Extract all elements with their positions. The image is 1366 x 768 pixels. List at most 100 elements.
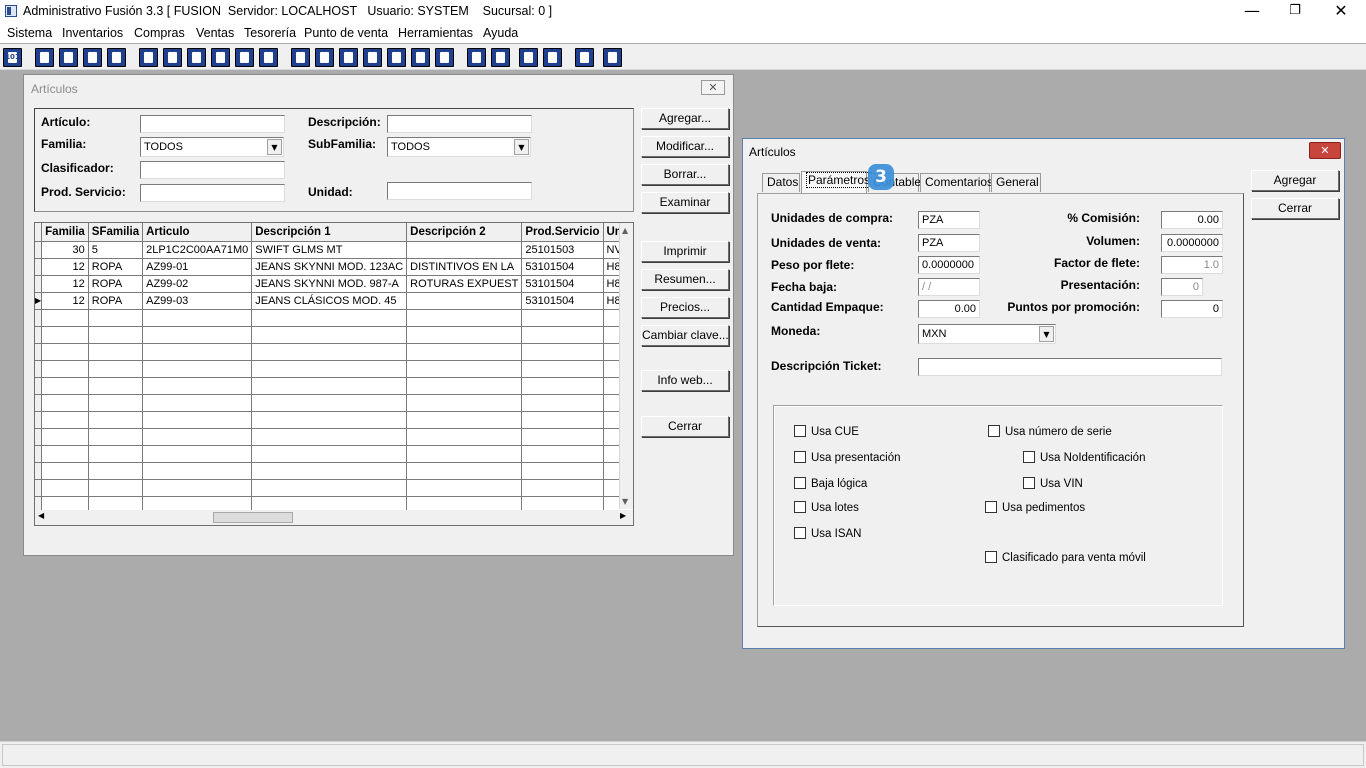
horizontal-scrollbar[interactable]: ◀ ▶	[35, 510, 633, 525]
presentacion-input[interactable]: 0	[1161, 278, 1203, 296]
agregar-detail-button[interactable]: Agregar	[1251, 170, 1339, 191]
tab-comentarios[interactable]: Comentarios	[920, 173, 993, 192]
empty-cell[interactable]	[88, 462, 144, 480]
cell-sfamilia[interactable]: ROPA	[88, 258, 144, 276]
empty-cell[interactable]	[406, 343, 523, 361]
cell-descripcion2[interactable]	[406, 292, 523, 310]
empty-cell[interactable]	[251, 360, 408, 378]
cell-descripcion1[interactable]: JEANS SKYNNI MOD. 123AC	[251, 258, 408, 276]
empty-cell[interactable]	[41, 343, 89, 361]
row-indicator[interactable]	[35, 479, 43, 497]
checkbox-box[interactable]	[794, 451, 806, 463]
empty-cell[interactable]	[88, 411, 144, 429]
empty-cell[interactable]	[251, 309, 408, 327]
cell-descripcion1[interactable]: JEANS SKYNNI MOD. 987-A	[251, 275, 408, 293]
cell-articulo[interactable]: AZ99-01	[142, 258, 253, 276]
empty-cell[interactable]	[406, 309, 523, 327]
scroll-up-icon[interactable]: ▲	[622, 226, 628, 235]
peso-flete-input[interactable]: 0.0000000	[918, 256, 980, 274]
empty-cell[interactable]	[41, 309, 89, 327]
truck-icon[interactable]	[339, 48, 358, 67]
scroll-left-icon[interactable]: ◀	[38, 511, 44, 520]
cell-prod-servicio[interactable]: 53101504	[521, 275, 604, 293]
row-indicator[interactable]	[35, 377, 43, 395]
empty-cell[interactable]	[142, 326, 253, 344]
modificar-button[interactable]: Modificar...	[641, 136, 729, 157]
undo-icon[interactable]	[543, 48, 562, 67]
empty-cell[interactable]	[521, 479, 604, 497]
minimize-button[interactable]: —	[1229, 0, 1275, 24]
row-indicator[interactable]	[35, 360, 43, 378]
articles-grid[interactable]: Familia SFamilia Articulo Descripción 1 …	[34, 222, 634, 526]
new-doc-icon[interactable]	[35, 48, 54, 67]
usa-noidentificacion-checkbox[interactable]: Usa NoIdentificación	[1023, 451, 1145, 464]
unidad-input[interactable]	[387, 182, 532, 200]
empty-table-row[interactable]	[35, 377, 633, 395]
imprimir-button[interactable]: Imprimir	[641, 241, 729, 262]
printer-icon[interactable]	[211, 48, 230, 67]
menu-sistema[interactable]: Sistema	[7, 26, 52, 40]
empty-cell[interactable]	[88, 394, 144, 412]
puntos-promocion-input[interactable]: 0	[1161, 300, 1223, 318]
row-indicator[interactable]	[35, 462, 43, 480]
empty-cell[interactable]	[142, 394, 253, 412]
empty-cell[interactable]	[142, 377, 253, 395]
checkbox-box[interactable]	[985, 551, 997, 563]
familia-select[interactable]: TODOS ▼	[140, 137, 284, 157]
empty-cell[interactable]	[406, 394, 523, 412]
empty-cell[interactable]	[142, 462, 253, 480]
column-header-descripcion1[interactable]: Descripción 1	[251, 223, 408, 242]
checkbox-box[interactable]	[1023, 477, 1035, 489]
cambiar-clave-button[interactable]: Cambiar clave...	[641, 325, 729, 346]
empty-cell[interactable]	[251, 343, 408, 361]
table-row[interactable]: ▶ 12 ROPA AZ99-03 JEANS CLÁSICOS MOD. 45…	[35, 292, 633, 310]
cantidad-empaque-input[interactable]: 0.00	[918, 300, 980, 318]
fecha-baja-input[interactable]: / /	[918, 278, 980, 296]
cell-articulo[interactable]: AZ99-03	[142, 292, 253, 310]
empty-cell[interactable]	[251, 411, 408, 429]
empty-cell[interactable]	[41, 428, 89, 446]
tab-parametros[interactable]: Parámetros	[801, 171, 873, 193]
row-indicator[interactable]	[35, 411, 43, 429]
empty-cell[interactable]	[521, 326, 604, 344]
empty-cell[interactable]	[406, 326, 523, 344]
table-row[interactable]: 12 ROPA AZ99-02 JEANS SKYNNI MOD. 987-A …	[35, 275, 633, 293]
tab-datos[interactable]: Datos	[762, 173, 800, 192]
empty-cell[interactable]	[41, 394, 89, 412]
column-header-sfamilia[interactable]: SFamilia	[88, 223, 144, 242]
usa-numero-serie-checkbox[interactable]: Usa número de serie	[988, 425, 1112, 438]
current-row-indicator[interactable]: ▶	[35, 292, 43, 310]
precios-button[interactable]: Precios...	[641, 297, 729, 318]
row-indicator[interactable]	[35, 343, 43, 361]
empty-cell[interactable]	[41, 377, 89, 395]
close-icon[interactable]: ✕	[701, 80, 725, 95]
empty-cell[interactable]	[142, 360, 253, 378]
cell-familia[interactable]: 12	[41, 258, 89, 276]
moneda-select[interactable]: MXN ▼	[918, 324, 1056, 344]
receipt-icon[interactable]	[435, 48, 454, 67]
empty-cell[interactable]	[521, 394, 604, 412]
empty-cell[interactable]	[251, 445, 408, 463]
cell-familia[interactable]: 12	[41, 275, 89, 293]
empty-cell[interactable]	[41, 360, 89, 378]
empty-cell[interactable]	[251, 479, 408, 497]
chevron-down-icon[interactable]: ▼	[514, 139, 529, 155]
unidades-compra-input[interactable]: PZA	[918, 211, 980, 229]
empty-cell[interactable]	[251, 377, 408, 395]
cerrar-detail-button[interactable]: Cerrar	[1251, 198, 1339, 219]
borrar-button[interactable]: Borrar...	[641, 164, 729, 185]
examinar-button[interactable]: Examinar	[641, 192, 729, 213]
vertical-scrollbar[interactable]: ▲ ▼	[619, 223, 633, 509]
cell-prod-servicio[interactable]: 53101504	[521, 258, 604, 276]
home-icon[interactable]	[467, 48, 486, 67]
baja-logica-checkbox[interactable]: Baja lógica	[794, 477, 867, 490]
list-icon[interactable]	[259, 48, 278, 67]
row-indicator[interactable]	[35, 394, 43, 412]
empty-cell[interactable]	[251, 428, 408, 446]
magnify-icon[interactable]	[107, 48, 126, 67]
checkbox-box[interactable]	[794, 527, 806, 539]
empty-cell[interactable]	[142, 428, 253, 446]
empty-cell[interactable]	[521, 411, 604, 429]
cell-sfamilia[interactable]: ROPA	[88, 292, 144, 310]
empty-table-row[interactable]	[35, 445, 633, 463]
